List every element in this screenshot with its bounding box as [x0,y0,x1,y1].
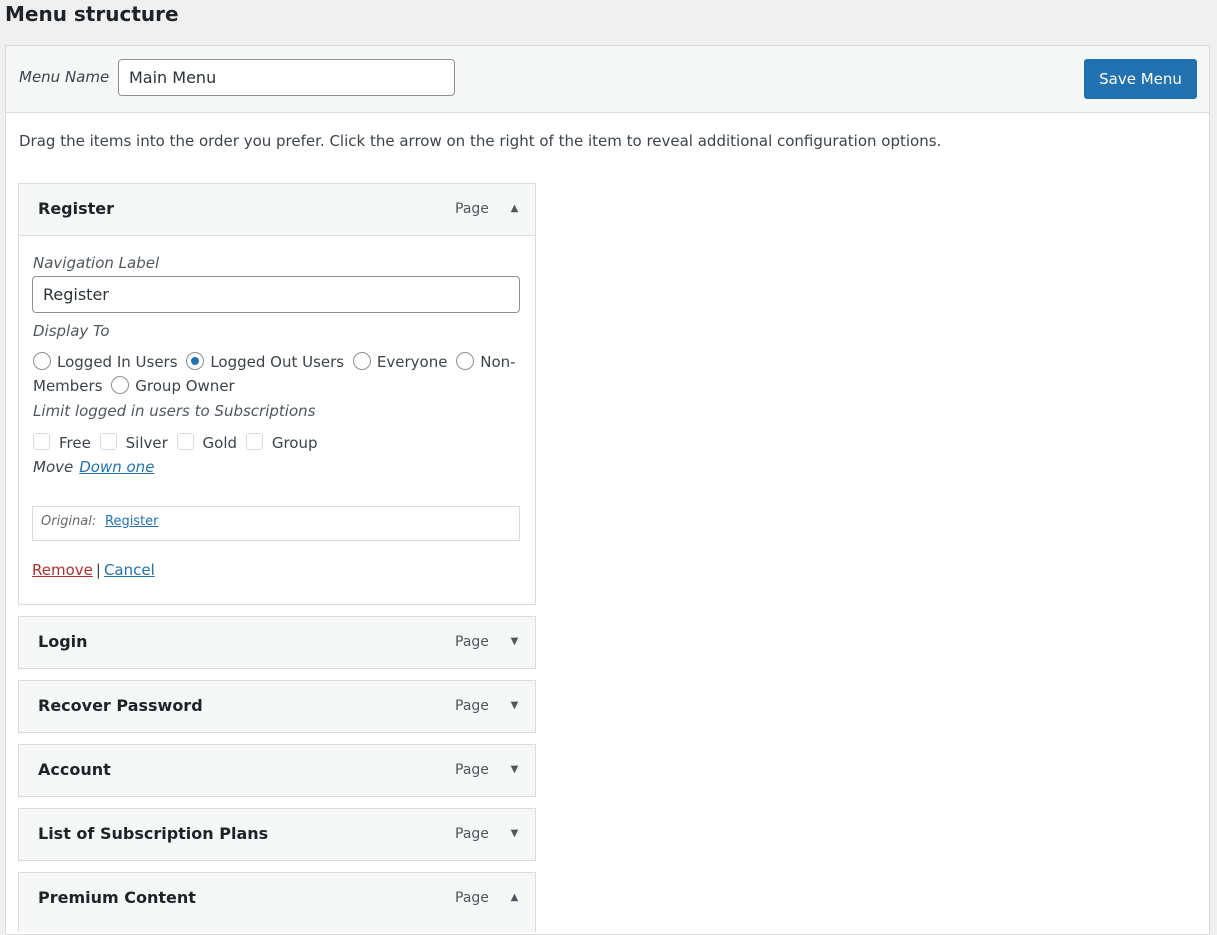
page-title: Menu structure [5,2,179,26]
menu-item-handle[interactable]: Register Page ▲ [19,184,535,235]
triangle-down-icon[interactable]: ▼ [509,636,520,647]
original-box: Original: Register [32,506,520,541]
radio-label-non-members-part1: Non- [480,353,516,371]
original-label: Original: [41,514,97,529]
radio-everyone[interactable] [352,351,371,370]
checkbox-free[interactable] [33,433,50,450]
menu-structure-panel: Menu Name Save Menu Drag the items into … [5,45,1210,935]
menu-item-title: List of Subscription Plans [38,824,269,843]
checkbox-label-silver: Silver [125,434,168,452]
menu-header: Menu Name Save Menu [6,46,1209,113]
menu-item-handle[interactable]: Account Page ▼ [19,745,535,796]
menu-item-register: Register Page ▲ Navigation Label Display… [18,183,536,605]
menu-item-subscription-plans: List of Subscription Plans Page ▼ [18,808,536,861]
menu-item-type: Page [455,762,489,778]
item-actions: Remove | Cancel [32,561,155,579]
menu-item-type: Page [455,826,489,842]
move-row: Move Down one [33,458,154,476]
menu-item-title: Register [38,199,115,218]
triangle-up-icon[interactable]: ▲ [509,203,520,214]
triangle-down-icon[interactable]: ▼ [509,764,520,775]
radio-label-group-owner: Group Owner [135,377,235,395]
menu-item-handle[interactable]: List of Subscription Plans Page ▼ [19,809,535,860]
menu-item-handle[interactable]: Recover Password Page ▼ [19,681,535,732]
radio-logged-out-users[interactable] [186,351,205,370]
cancel-link[interactable]: Cancel [104,561,155,579]
checkbox-label-gold: Gold [202,434,238,452]
menu-item-type: Page [455,890,489,906]
checkbox-gold[interactable] [176,433,194,450]
menu-item-handle[interactable]: Login Page ▼ [19,617,535,668]
menu-item-type: Page [455,698,489,714]
menu-name-input[interactable] [118,59,455,96]
menu-item-type: Page [455,201,489,217]
radio-label-everyone: Everyone [376,353,448,371]
checkbox-group[interactable] [245,433,263,450]
save-menu-button[interactable]: Save Menu [1084,59,1197,99]
radio-non-members[interactable] [456,351,475,370]
navigation-label-label: Navigation Label [33,254,160,272]
subscription-options-row: Free Silver Gold Group [33,433,322,453]
menu-item-title: Recover Password [38,696,203,715]
radio-label-non-members-part2: Members [33,377,103,395]
checkbox-label-free: Free [59,434,91,452]
display-options-row-2: Members Group Owner [33,375,239,396]
instructions-text: Drag the items into the order you prefer… [19,132,942,150]
radio-label-logged-in-users: Logged In Users [57,353,178,371]
checkbox-silver[interactable] [99,433,117,450]
original-link[interactable]: Register [105,514,159,529]
menu-item-title: Login [38,632,88,651]
triangle-down-icon[interactable]: ▼ [509,828,520,839]
move-down-one-link[interactable]: Down one [79,458,154,476]
triangle-up-icon[interactable]: ▲ [509,892,520,903]
triangle-down-icon[interactable]: ▼ [509,700,520,711]
radio-group-owner[interactable] [111,375,130,394]
display-options-row-1: Logged In Users Logged Out Users Everyon… [33,351,516,372]
menu-item-recover-password: Recover Password Page ▼ [18,680,536,733]
display-to-label: Display To [33,322,110,340]
radio-label-logged-out-users: Logged Out Users [210,353,345,371]
menu-item-title: Premium Content [38,888,196,907]
remove-link[interactable]: Remove [32,561,93,579]
limit-subscriptions-label: Limit logged in users to Subscriptions [33,402,316,420]
move-label: Move [33,458,74,476]
menu-item-type: Page [455,634,489,650]
actions-separator: | [95,561,101,579]
menu-item-settings: Navigation Label Display To Logged In Us… [19,235,535,604]
menu-item-login: Login Page ▼ [18,616,536,669]
checkbox-label-group: Group [271,434,318,452]
radio-logged-in-users[interactable] [33,351,51,370]
menu-item-premium-content: Premium Content Page ▲ [18,872,536,932]
menu-name-label: Menu Name [19,68,110,86]
menu-item-title: Account [38,760,111,779]
menu-item-handle[interactable]: Premium Content Page ▲ [19,873,535,924]
navigation-label-input[interactable] [32,276,520,313]
menu-item-account: Account Page ▼ [18,744,536,797]
